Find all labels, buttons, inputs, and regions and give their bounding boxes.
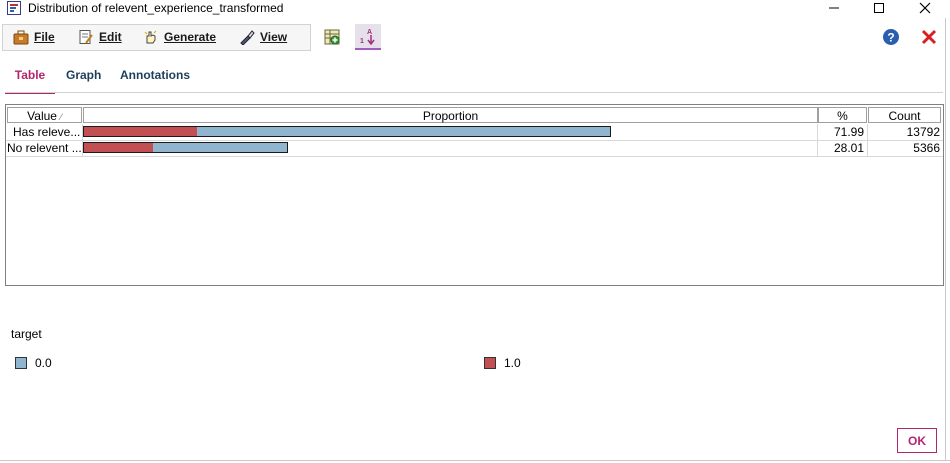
column-header-value-label: Value [27, 109, 57, 123]
tab-graph[interactable]: Graph [66, 62, 101, 92]
distribution-table: Value ⁄ Proportion % Count Has releve...… [5, 104, 944, 286]
svg-text:A: A [367, 29, 372, 36]
close-red-x-icon [921, 29, 937, 45]
menu-file[interactable]: File [13, 29, 55, 45]
legend-item-1: 1.0 [484, 356, 521, 370]
flashlight-icon [240, 30, 255, 45]
table-add-icon [324, 29, 340, 45]
row-divider [6, 140, 943, 141]
close-icon [919, 2, 931, 14]
row-1-value[interactable]: Has releve... [13, 125, 81, 140]
tab-annotations[interactable]: Annotations [120, 62, 190, 92]
close-output-button[interactable] [916, 24, 942, 50]
help-icon: ? [883, 29, 899, 45]
row-2-target-1-segment [84, 143, 153, 152]
minimize-icon [829, 7, 839, 9]
tab-divider [5, 92, 943, 93]
row-divider [6, 156, 943, 157]
add-to-stream-button[interactable] [319, 24, 345, 50]
distribution-app-icon [7, 1, 21, 15]
column-header-value[interactable]: Value ⁄ [7, 107, 82, 123]
row-1-target-1-segment [84, 127, 197, 136]
legend-label-1: 1.0 [504, 356, 521, 370]
maximize-icon [874, 3, 884, 13]
legend-swatch-1 [484, 357, 496, 369]
menu-bar: File Edit Generate View [2, 24, 311, 51]
window-bottom-border [0, 460, 950, 461]
menu-edit[interactable]: Edit [78, 29, 122, 45]
row-1-proportion-bar [83, 126, 611, 137]
row-1-percent: 71.99 [833, 125, 864, 139]
sort-ascending-icon: A 1 [360, 29, 375, 45]
help-button[interactable]: ? [878, 24, 904, 50]
close-window-button[interactable] [910, 0, 940, 16]
row-2-value[interactable]: No relevent ... [7, 141, 81, 156]
menu-generate[interactable]: Generate [143, 29, 216, 45]
row-2-proportion-bar [83, 142, 288, 153]
legend-label-0: 0.0 [35, 356, 52, 370]
tab-table[interactable]: Table [5, 62, 55, 94]
edit-document-icon [79, 30, 93, 44]
legend-swatch-0 [15, 357, 27, 369]
window-right-border [945, 18, 946, 460]
title-bar: Distribution of relevent_experience_tran… [0, 0, 950, 18]
menu-edit-label: Edit [99, 30, 122, 44]
svg-text:1: 1 [360, 38, 364, 45]
briefcase-icon [13, 30, 29, 45]
menu-view-label: View [260, 30, 288, 44]
column-header-percent[interactable]: % [818, 107, 867, 123]
legend-title: target [11, 327, 42, 341]
window-title: Distribution of relevent_experience_tran… [28, 1, 284, 15]
menu-file-label: File [34, 30, 55, 44]
legend-item-0: 0.0 [15, 356, 52, 370]
column-header-proportion[interactable]: Proportion [83, 107, 818, 123]
maximize-button[interactable] [864, 0, 894, 16]
column-header-count[interactable]: Count [868, 107, 941, 123]
row-2-percent: 28.01 [833, 141, 864, 155]
sort-indicator-icon: ⁄ [60, 112, 62, 122]
generate-hand-icon [144, 30, 157, 44]
menu-view[interactable]: View [239, 29, 287, 45]
row-1-count: 13792 [906, 125, 940, 139]
menu-generate-label: Generate [164, 30, 217, 44]
sort-toggle-button[interactable]: A 1 [355, 24, 381, 50]
ok-button[interactable]: OK [897, 428, 937, 453]
minimize-button[interactable] [819, 0, 849, 16]
row-2-count: 5366 [913, 141, 940, 155]
svg-text:?: ? [887, 31, 894, 45]
